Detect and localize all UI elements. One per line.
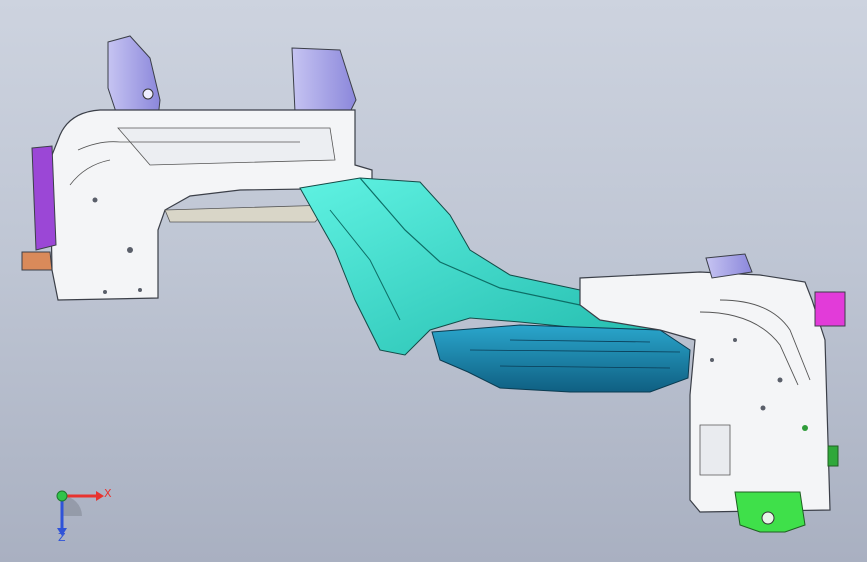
left-orange-clip[interactable]	[21, 251, 53, 271]
left-frame-underside	[164, 204, 331, 223]
x-axis-arrow	[96, 491, 104, 501]
cad-assembly-model[interactable]	[0, 0, 867, 562]
triad-origin	[56, 490, 68, 502]
3d-viewport[interactable]: X Z	[0, 0, 867, 562]
left-frame-rail-top	[117, 127, 336, 166]
green-bracket-hole	[761, 511, 775, 525]
left-tower-bracket[interactable]	[107, 35, 161, 119]
left-purple-bracket[interactable]	[31, 145, 57, 251]
z-axis-label: Z	[58, 531, 66, 544]
right-frame-panel	[699, 424, 731, 476]
right-green-tab	[827, 445, 839, 467]
underbody-blue-pan[interactable]	[431, 324, 691, 393]
center-tower-bracket[interactable]	[291, 47, 357, 113]
right-magenta-bracket[interactable]	[814, 291, 846, 327]
x-axis-label: X	[104, 487, 112, 500]
bracket-hole	[142, 88, 154, 100]
